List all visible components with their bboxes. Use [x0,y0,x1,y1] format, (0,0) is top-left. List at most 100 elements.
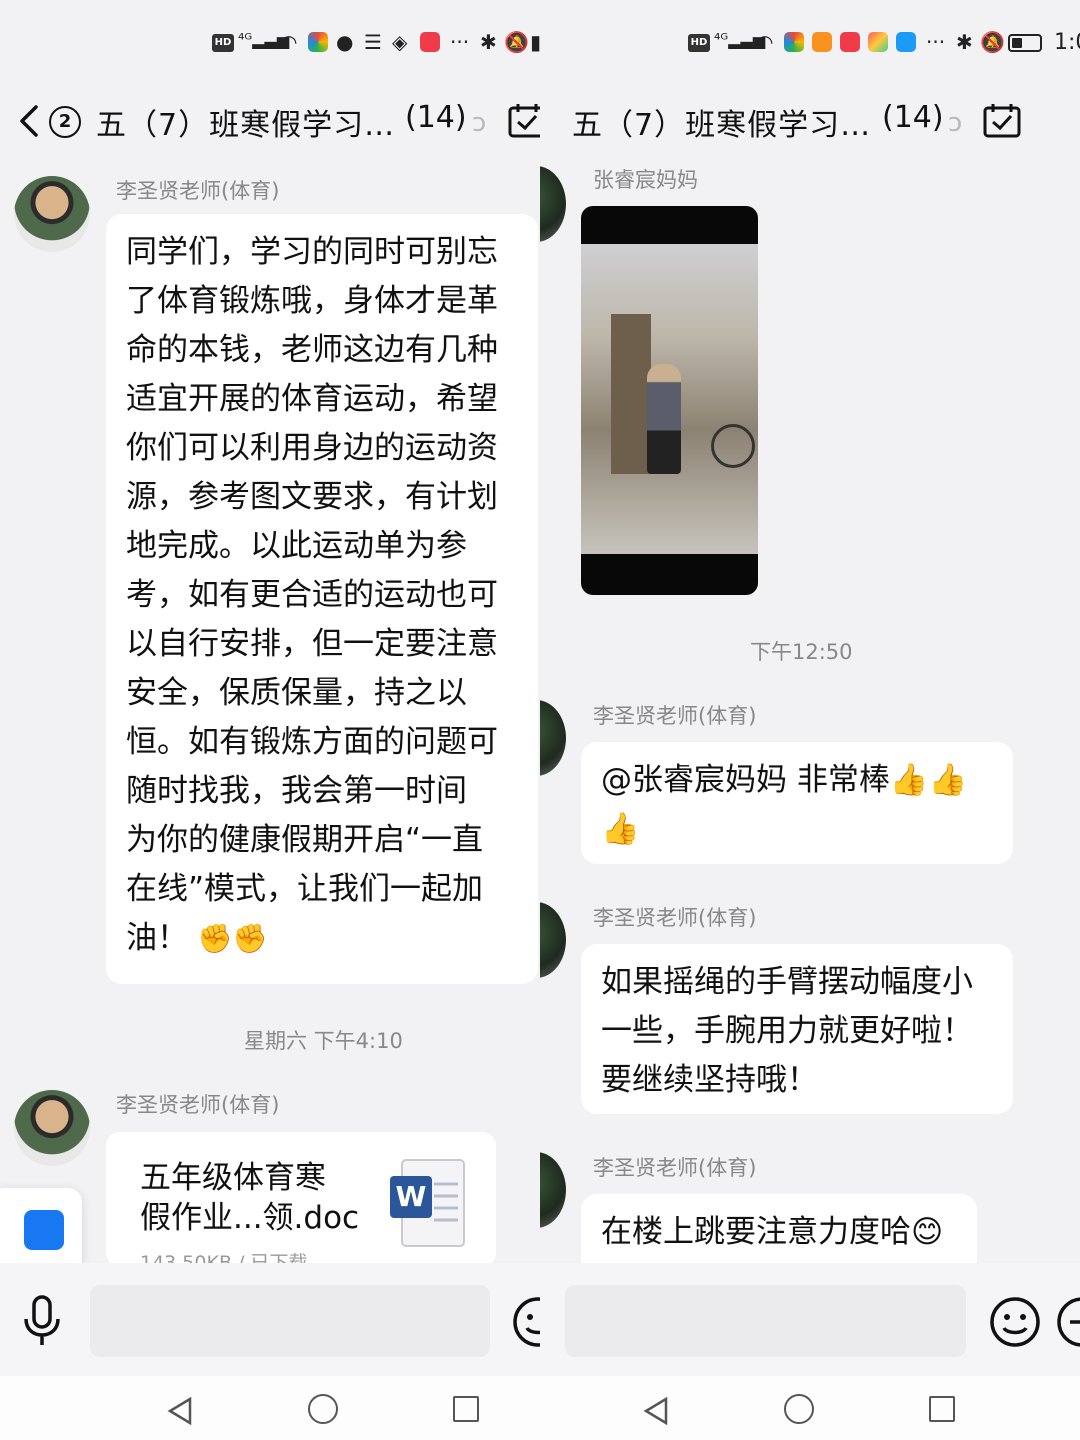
timestamp: 星期六 下午4:10 [244,1029,403,1053]
nav-back-icon[interactable] [166,1396,196,1426]
chat-header: 五（7）班寒假学习… (14) ↄ [540,92,1080,152]
message-bubble[interactable]: @张睿宸妈妈 非常棒👍👍 👍 [581,742,1013,864]
app-blue-icon [896,32,916,52]
message-bubble[interactable]: 同学们，学习的同时可别忘 了体育锻炼哦，身体才是革 命的本钱，老师这边有几种 适… [106,214,538,984]
message-line: 👍 [601,811,640,847]
input-bar [0,1263,540,1376]
mute-icon: 🔕 [504,30,529,54]
wifi-icon: ◠ [756,30,774,54]
message-line: 安全，保质保量，持之以 [126,675,467,711]
microphone-icon[interactable] [20,1295,64,1347]
more-icon: ··· [926,30,946,54]
message-line: 恒。如有锻炼方面的问题可 [126,724,498,760]
message-line: 了体育锻炼哦，身体才是革 [126,283,498,319]
message-text: 油！ [126,920,188,956]
message-line: 油！ ✊✊ [126,914,518,963]
app-colorful-icon [868,32,888,52]
battery-icon [1008,34,1042,52]
file-name-line: 五年级体育寒 [140,1160,326,1196]
input-bar [540,1263,1080,1376]
message-line: 考，如有更合适的运动也可 [126,577,498,613]
message-line: 适宜开展的体育运动，希望 [126,381,498,417]
app-red-icon [420,32,440,52]
message-line: 随时找我，我会第一时间 [126,773,467,809]
message-line: 同学们，学习的同时可别忘 [126,234,498,270]
message-input[interactable] [90,1285,490,1357]
sender-name: 李圣贤老师(体育) [116,1093,280,1117]
nav-home-icon[interactable] [308,1394,338,1424]
teacher-avatar[interactable] [14,1090,90,1166]
sender-name: 李圣贤老师(体育) [593,906,757,930]
emoji-icon[interactable] [512,1296,540,1348]
message-line: 要继续坚持哦！ [601,1062,818,1098]
message-line: 你们可以利用身边的运动资 [126,430,498,466]
member-count: (14) [882,100,944,135]
status-bar: HD ⁴ᴳ▂▃▅ ◠ ··· ✱ 🔕 1:0 [540,22,1080,62]
message-input[interactable] [565,1285,966,1357]
hd-icon: HD [212,34,234,52]
file-name: 五年级体育寒 假作业...领.doc [140,1158,370,1238]
app-red-icon [840,32,860,52]
chat-header: 2 五（7）班寒假学习… (14) ↄ [0,92,540,152]
bluetooth-icon: ✱ [480,30,497,54]
app-icon [308,32,328,52]
emoji-icon[interactable] [989,1296,1041,1348]
teacher-avatar[interactable] [540,1152,566,1228]
calendar-check-icon[interactable] [983,102,1021,138]
nav-back-icon[interactable] [642,1396,672,1426]
message-bubble[interactable]: 如果摇绳的手臂摆动幅度小 一些，手腕用力就更好啦！ 要继续坚持哦！ [581,944,1013,1114]
battery-icon: ▮ [530,30,540,54]
unread-count-badge[interactable]: 2 [49,106,81,138]
video-message[interactable] [581,206,758,595]
file-name-line: 假作业...领.doc [140,1200,360,1236]
teacher-avatar[interactable] [540,700,566,776]
message-line: 命的本钱，老师这边有几种 [126,332,498,368]
app-orange-icon [812,32,832,52]
teacher-avatar[interactable] [540,902,566,978]
shield-icon: ◈ [392,30,408,54]
message-line: 源，参考图文要求，有计划 [126,479,498,515]
video-person [647,364,681,474]
sender-name: 李圣贤老师(体育) [593,704,757,728]
message-line: 以自行安排，但一定要注意 [126,626,498,662]
left-screenshot: HD ⁴ᴳ▂▃▅ ◠ ● ☰ ◈ ··· ✱ 🔕 ▮ 2 五（7）班寒假学习… … [0,0,540,1440]
calendar-check-icon[interactable] [508,102,540,138]
earpiece-icon[interactable]: ↄ [472,108,486,138]
file-message-card[interactable]: 五年级体育寒 假作业...领.doc 143.50KB / 已下载 W [106,1132,496,1267]
message-line: 为你的健康假期开启“一直 [126,822,484,858]
more-icon: ··· [450,30,470,54]
wifi-icon: ◠ [280,30,298,54]
nav-recents-icon[interactable] [929,1396,955,1422]
hd-icon: HD [688,34,710,52]
sender-name: 李圣贤老师(体育) [593,1156,757,1180]
fist-emoji-icon: ✊✊ [197,922,268,955]
system-nav-bar [540,1376,1080,1440]
sender-name: 李圣贤老师(体育) [116,179,280,203]
system-nav-bar [0,1376,540,1440]
message-line: 地完成。以此运动单为参 [126,528,467,564]
earpiece-icon[interactable]: ↄ [948,108,962,138]
word-doc-icon: W [390,1159,465,1247]
plus-icon[interactable] [1056,1296,1080,1348]
message-line: 如果摇绳的手臂摆动幅度小 [601,964,973,1000]
parent-avatar[interactable] [540,166,566,242]
status-time: 1:0 [1054,30,1080,55]
right-screenshot: HD ⁴ᴳ▂▃▅ ◠ ··· ✱ 🔕 1:0 五（7）班寒假学习… (14) ↄ… [540,0,1080,1440]
bluetooth-icon: ✱ [956,30,973,54]
mute-icon: 🔕 [980,30,1005,54]
message-line: @张睿宸妈妈 非常棒👍👍 [601,762,968,798]
doc-app-icon [24,1210,64,1250]
back-arrow-icon[interactable] [16,104,42,138]
app-text-icon: ☰ [364,30,382,54]
wechat-icon: ● [336,30,354,54]
message-line: 在楼上跳要注意力度哈😊 [601,1214,944,1250]
app-icon [784,32,804,52]
video-thumbnail [581,244,758,554]
teacher-avatar[interactable] [14,176,90,252]
nav-home-icon[interactable] [784,1394,814,1424]
video-bike [711,424,755,468]
chat-title: 五（7）班寒假学习… [572,108,872,143]
nav-recents-icon[interactable] [453,1396,479,1422]
member-count: (14) [405,100,467,135]
video-door [611,314,651,474]
